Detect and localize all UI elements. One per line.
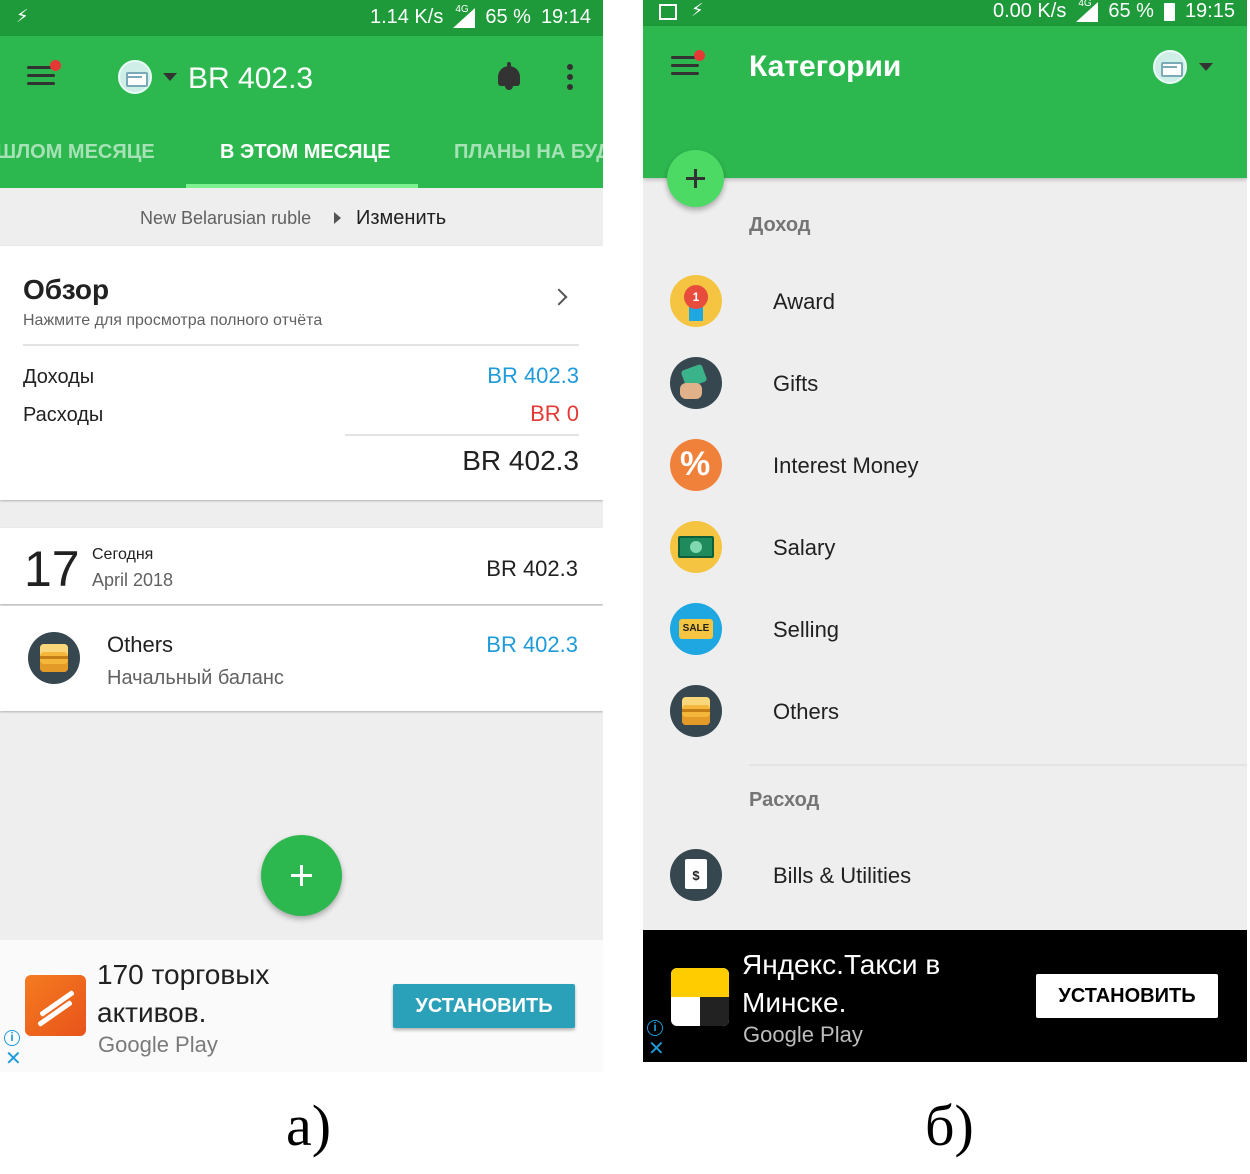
signal-icon: 4G (453, 4, 476, 28)
ad-close-icon[interactable]: ✕ (5, 1049, 22, 1069)
status-bar: ⚡ 1.14 K/s 4G 65 % 19:14 (0, 0, 603, 36)
ad-headline-line2: Минске. (742, 987, 847, 1018)
account-dropdown-icon[interactable] (1199, 63, 1213, 71)
page-title: Категории (749, 50, 902, 83)
app-notification-icon: ⚡ (691, 0, 704, 20)
section-divider (749, 764, 1247, 766)
expense-label: Расходы (23, 404, 104, 426)
install-button[interactable]: УСТАНОВИТЬ (393, 984, 575, 1028)
app-bar: BR 402.3 ШЛОМ МЕСЯЦЕ В ЭТОМ МЕСЯЦЕ ПЛАНЫ… (0, 36, 603, 188)
transaction-amount: BR 402.3 (486, 632, 578, 657)
category-name: Others (773, 699, 840, 724)
ad-headline-line1: Яндекс.Такси в (742, 949, 941, 980)
bell-icon[interactable] (496, 62, 522, 90)
category-name: Bills & Utilities (773, 863, 912, 888)
status-bar: ⚡ 0.00 K/s 4G 65 % 19:15 (643, 0, 1247, 26)
account-dropdown-icon[interactable] (163, 73, 177, 81)
account-card-icon[interactable] (1153, 50, 1187, 84)
ad-banner[interactable]: Яндекс.Такси в Минске. Google Play УСТАН… (643, 930, 1247, 1062)
balance-title: BR 402.3 (188, 62, 314, 95)
more-options-icon[interactable] (567, 64, 573, 90)
sale-tag-icon: SALE (670, 603, 722, 655)
tab-future-plans[interactable]: ПЛАНЫ НА БУД (454, 141, 603, 164)
category-name: Award (773, 289, 835, 314)
battery-percent: 65 % (485, 6, 531, 28)
currency-name: New Belarusian ruble (140, 208, 312, 228)
network-speed: 1.14 K/s (369, 6, 444, 28)
ad-close-icon[interactable]: ✕ (648, 1039, 665, 1059)
overview-total: BR 402.3 (462, 445, 579, 476)
category-name: Salary (773, 535, 836, 560)
triangle-right-icon (334, 212, 341, 224)
ad-info-icon[interactable]: i (4, 1030, 20, 1046)
income-label: Доходы (23, 366, 95, 388)
change-currency-link[interactable]: Изменить (356, 207, 446, 230)
day-month: April 2018 (92, 570, 174, 590)
account-card-icon[interactable] (118, 60, 152, 94)
network-speed: 0.00 K/s (992, 0, 1067, 22)
overview-card[interactable]: Обзор Нажмите для просмотра полного отчё… (0, 246, 603, 500)
phone-screen-b: ⚡ 0.00 K/s 4G 65 % 19:15 Категории Доход… (643, 0, 1247, 1062)
day-label: Сегодня (92, 546, 154, 563)
notification-dot-icon (694, 50, 705, 61)
day-amount: BR 402.3 (486, 556, 578, 581)
yandex-taxi-logo (671, 968, 729, 1026)
day-number: 17 (24, 541, 80, 597)
signal-icon: 4G (1076, 0, 1099, 22)
overview-subtitle: Нажмите для просмотра полного отчёта (23, 312, 323, 329)
divider (23, 344, 579, 346)
ad-store-name: Google Play (98, 1032, 218, 1057)
award-icon: 1 (670, 275, 722, 327)
clock: 19:15 (1184, 0, 1235, 22)
tab-last-month[interactable]: ШЛОМ МЕСЯЦЕ (0, 141, 155, 164)
menu-icon[interactable] (27, 60, 61, 86)
app-notification-icon: ⚡ (16, 6, 29, 26)
expense-value: BR 0 (530, 401, 579, 426)
category-name: Selling (773, 617, 840, 642)
install-button[interactable]: УСТАНОВИТЬ (1036, 974, 1218, 1018)
phone-screen-a: ⚡ 1.14 K/s 4G 65 % 19:14 BR 402.3 ШЛОМ М… (0, 0, 603, 1072)
menu-icon[interactable] (671, 50, 705, 76)
ad-banner[interactable]: 170 торговых активов. Google Play УСТАНО… (0, 940, 603, 1072)
notification-dot-icon (50, 60, 61, 71)
gifts-icon (670, 357, 722, 409)
divider (345, 434, 579, 436)
box-icon (670, 685, 722, 737)
app-bar: Категории (643, 26, 1247, 178)
trading-app-logo (25, 975, 86, 1036)
transaction-row[interactable]: Others Начальный баланс BR 402.3 (0, 606, 603, 711)
income-value: BR 402.3 (487, 363, 579, 388)
ad-headline-line2: активов. (97, 997, 207, 1028)
money-icon (670, 521, 722, 573)
currency-bar: New Belarusian ruble Изменить (0, 188, 603, 246)
day-header: 17 Сегодня April 2018 BR 402.3 (0, 528, 603, 604)
add-category-button[interactable] (667, 150, 724, 207)
caption-b: б) (925, 1093, 974, 1158)
percent-icon: % (670, 439, 722, 491)
income-section-label: Доход (749, 214, 811, 236)
overview-title: Обзор (23, 274, 110, 305)
ad-headline-line1: 170 торговых (97, 959, 270, 990)
bill-icon: $ (670, 849, 722, 901)
transaction-note: Начальный баланс (107, 667, 284, 689)
box-icon (28, 632, 80, 684)
caption-a: а) (286, 1093, 332, 1158)
transaction-category: Others (107, 632, 174, 657)
category-name: Interest Money (773, 453, 919, 478)
add-transaction-button[interactable] (261, 835, 342, 916)
expense-section-label: Расход (749, 789, 820, 811)
image-notification-icon (659, 4, 677, 20)
ad-info-icon[interactable]: i (647, 1020, 663, 1036)
tab-this-month[interactable]: В ЭТОМ МЕСЯЦЕ (220, 141, 391, 164)
clock: 19:14 (540, 6, 591, 28)
battery-icon (1163, 2, 1175, 21)
ad-store-name: Google Play (743, 1022, 863, 1047)
category-name: Gifts (773, 371, 819, 396)
chevron-right-icon[interactable] (550, 288, 568, 306)
battery-percent: 65 % (1108, 0, 1154, 22)
